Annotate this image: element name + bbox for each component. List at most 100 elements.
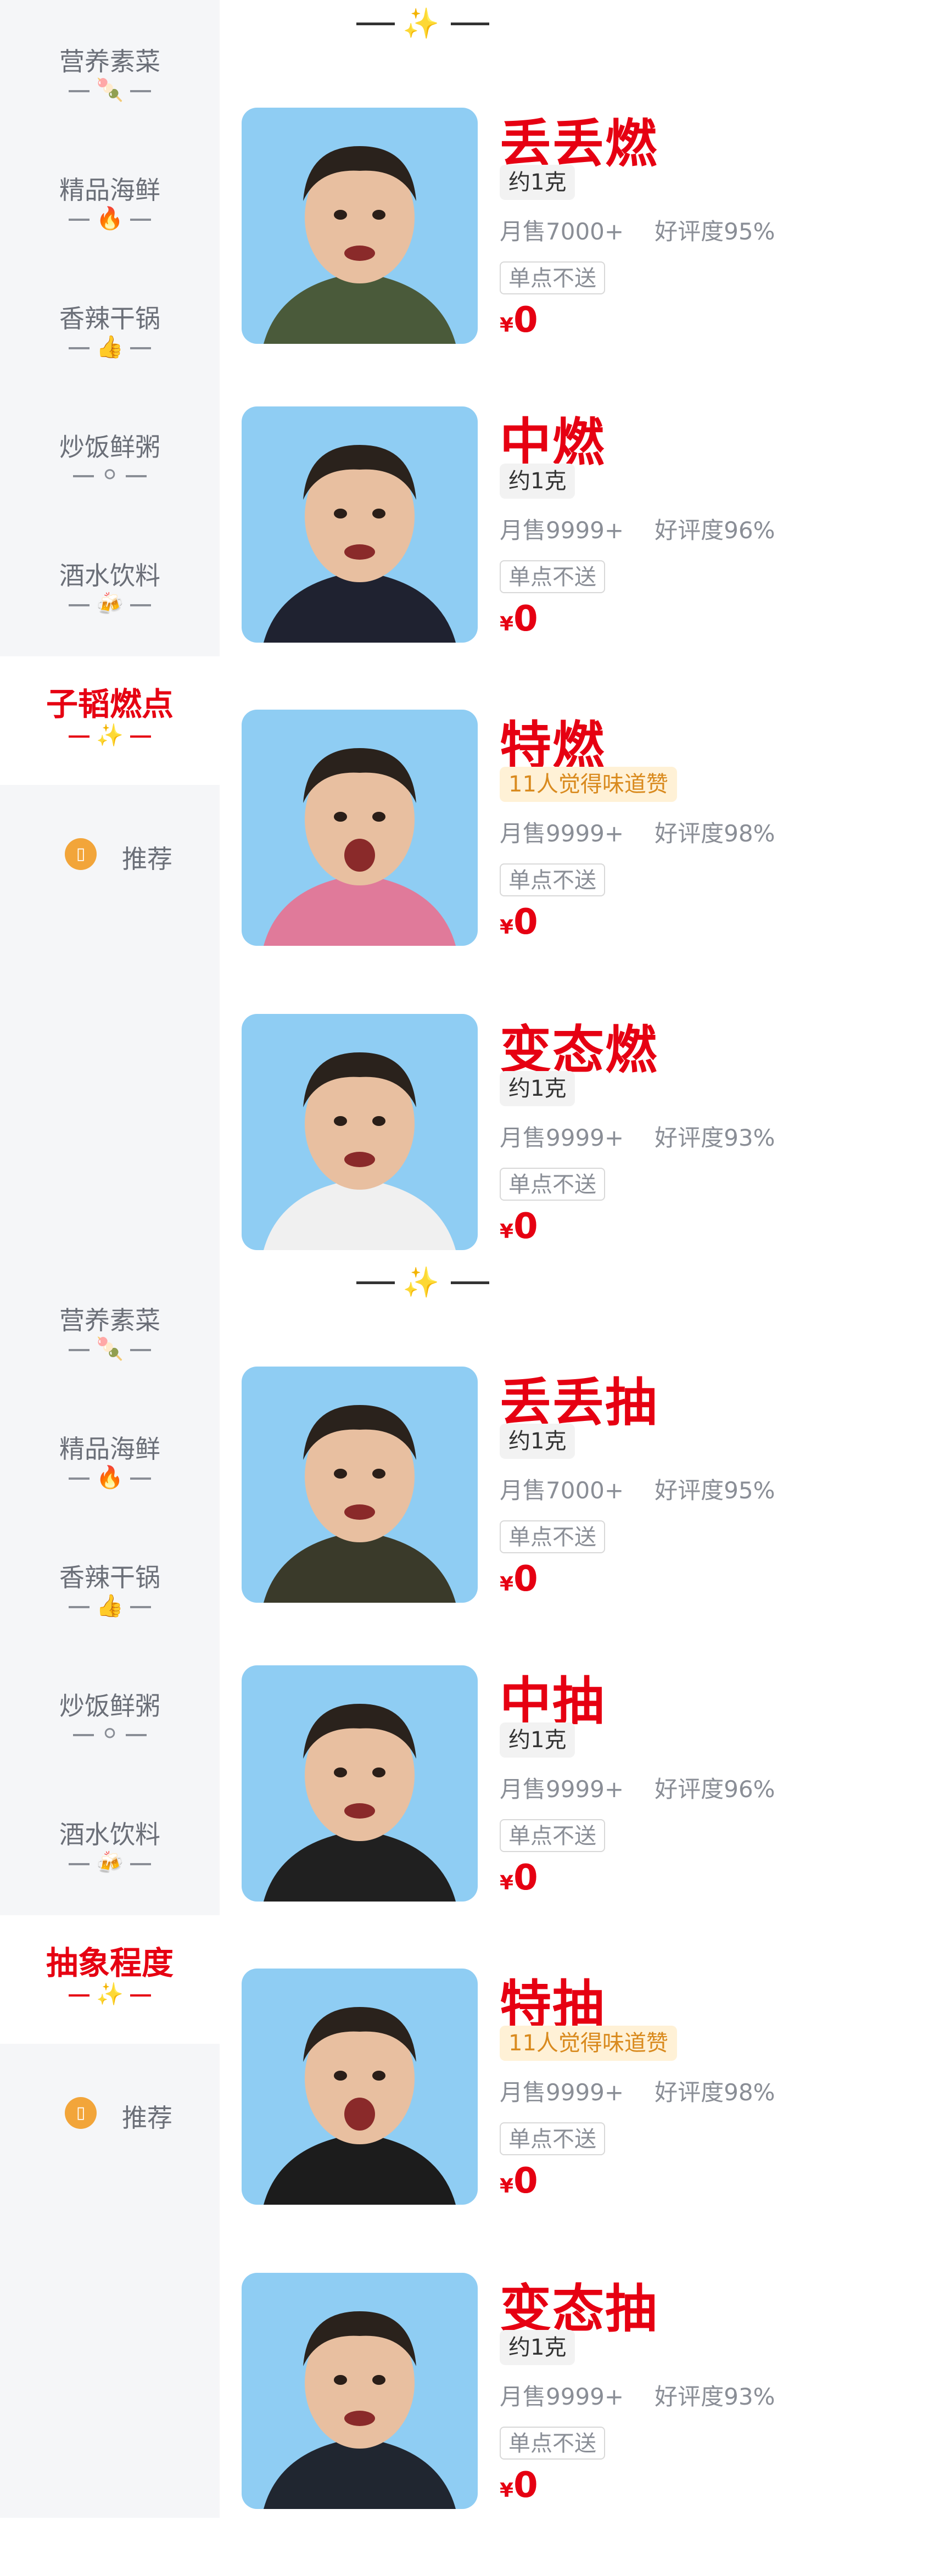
dash-decoration: [130, 735, 151, 738]
category-item[interactable]: 酒水饮料 🍻: [0, 1784, 220, 1913]
category-decoration: 👍: [0, 1593, 220, 1619]
product-stats: 月售7000+ 好评度95%: [500, 213, 775, 247]
product-image[interactable]: [242, 2273, 478, 2509]
thumbnail-photo: [242, 406, 478, 643]
rating: 好评度96%: [655, 1776, 775, 1803]
dash-decoration: [130, 1477, 151, 1480]
product-card[interactable]: 特抽 11人觉得味道赞 月售9999+ 好评度98% 单点不送 ¥0: [220, 1969, 945, 2272]
product-price: ¥0: [500, 599, 538, 639]
currency-symbol: ¥: [500, 314, 514, 337]
product-card[interactable]: 丢丢燃 约1克 月售7000+ 好评度95% 单点不送 ¥0: [220, 108, 945, 411]
category-item[interactable]: 香辣干锅 👍: [0, 1527, 220, 1655]
product-card[interactable]: 丢丢抽 约1克 月售7000+ 好评度95% 单点不送 ¥0: [220, 1367, 945, 1670]
price-value: 0: [513, 2465, 538, 2506]
product-card[interactable]: 特燃 11人觉得味道赞 月售9999+ 好评度98% 单点不送 ¥0: [220, 710, 945, 1013]
category-emoji-icon: ✨: [96, 1982, 124, 2007]
product-stats: 月售9999+ 好评度96%: [500, 1771, 775, 1804]
product-card[interactable]: 变态抽 约1克 月售9999+ 好评度93% 单点不送 ¥0: [220, 2273, 945, 2576]
category-item[interactable]: 精品海鲜 🔥: [0, 140, 220, 268]
thumbnail-photo: [242, 1367, 478, 1603]
rating: 好评度98%: [655, 820, 775, 847]
category-label: 抽象程度: [46, 1944, 174, 1982]
monthly-sales: 月售9999+: [500, 517, 624, 544]
product-image[interactable]: [242, 108, 478, 344]
category-decoration: 🍡: [0, 1336, 220, 1362]
rating: 好评度93%: [655, 2383, 775, 2410]
category-label: 炒饭鲜粥: [59, 432, 160, 462]
category-emoji-icon: 🍻: [96, 592, 124, 617]
dash-decoration: [130, 604, 151, 606]
product-image[interactable]: [242, 1014, 478, 1250]
category-item-active[interactable]: 子韬燃点 ✨: [0, 656, 220, 785]
thumbnail-photo: [242, 710, 478, 946]
category-item[interactable]: 炒饭鲜粥 ⚪: [0, 1655, 220, 1784]
category-decoration: 🍻: [0, 591, 220, 617]
category-emoji-icon: ⚪: [100, 1721, 119, 1747]
product-stats: 月售9999+ 好评度93%: [500, 1119, 775, 1153]
currency-symbol: ¥: [500, 613, 514, 635]
product-card[interactable]: 中抽 约1克 月售9999+ 好评度96% 单点不送 ¥0: [220, 1665, 945, 1969]
dash-decoration: [69, 347, 90, 349]
divider-dash: [356, 22, 395, 25]
dash-decoration: [130, 219, 151, 221]
product-list: ✨ 丢丢燃 约1克 月售7000+ 好评度95% 单点不送 ¥0 中燃 约1克 月售9999+ 好评…: [220, 0, 945, 1259]
category-label: 营养素菜: [59, 1306, 160, 1335]
menu-section: 营养素菜 🍡 精品海鲜 🔥 香辣干锅 👍 炒饭鲜粥 ⚪ 酒水饮料 🍻 子韬燃点 ✨ ▯ 推荐 ✨ 丢丢燃 约1克…: [0, 0, 945, 1259]
product-stats: 月售9999+ 好评度98%: [500, 815, 775, 849]
category-item-recommend[interactable]: ▯ 推荐: [0, 2077, 220, 2143]
category-item[interactable]: 营养素菜 🍡: [0, 1270, 220, 1398]
product-image[interactable]: [242, 710, 478, 946]
recommend-label: 推荐: [122, 2103, 172, 2133]
dash-decoration: [130, 1606, 151, 1608]
product-image[interactable]: [242, 406, 478, 643]
category-decoration: 👍: [0, 334, 220, 360]
no-single-delivery-badge: 单点不送: [500, 261, 605, 294]
category-label: 营养素菜: [59, 47, 160, 76]
recommend-book-icon: ▯: [65, 838, 97, 870]
rating: 好评度95%: [655, 218, 775, 245]
price-value: 0: [513, 599, 538, 639]
product-card[interactable]: 中燃 约1克 月售9999+ 好评度96% 单点不送 ¥0: [220, 406, 945, 710]
section-divider: ✨: [340, 4, 505, 41]
category-decoration: ⚪: [0, 462, 220, 488]
product-image[interactable]: [242, 1969, 478, 2205]
category-item[interactable]: 酒水饮料 🍻: [0, 525, 220, 654]
product-image[interactable]: [242, 1367, 478, 1603]
sparkle-icon: ✨: [402, 1265, 443, 1300]
category-label: 炒饭鲜粥: [59, 1691, 160, 1721]
product-price: ¥0: [500, 2465, 538, 2506]
category-item[interactable]: 炒饭鲜粥 ⚪: [0, 397, 220, 525]
rating: 好评度95%: [655, 1477, 775, 1504]
currency-symbol: ¥: [500, 2479, 514, 2502]
product-image[interactable]: [242, 1665, 478, 1902]
thumbnail-photo: [242, 2273, 478, 2509]
category-item[interactable]: 营养素菜 🍡: [0, 11, 220, 140]
category-sidebar: 营养素菜 🍡 精品海鲜 🔥 香辣干锅 👍 炒饭鲜粥 ⚪ 酒水饮料 🍻 抽象程度 ✨ ▯ 推荐: [0, 1259, 220, 2518]
thumbnail-photo: [242, 1014, 478, 1250]
category-decoration: 🔥: [0, 205, 220, 231]
price-value: 0: [513, 1206, 538, 1247]
product-price: ¥0: [500, 1858, 538, 1898]
dash-decoration: [69, 219, 90, 221]
thumbnail-photo: [242, 108, 478, 344]
category-label: 香辣干锅: [59, 1563, 160, 1592]
monthly-sales: 月售9999+: [500, 820, 624, 847]
product-stats: 月售7000+ 好评度95%: [500, 1472, 775, 1506]
category-item[interactable]: 精品海鲜 🔥: [0, 1398, 220, 1527]
monthly-sales: 月售9999+: [500, 2079, 624, 2106]
rating: 好评度93%: [655, 1124, 775, 1151]
rating: 好评度98%: [655, 2079, 775, 2106]
dash-decoration: [69, 604, 90, 606]
category-decoration: 🔥: [0, 1464, 220, 1490]
category-emoji-icon: ⚪: [100, 462, 119, 488]
dash-decoration: [125, 1734, 147, 1736]
product-price: ¥0: [500, 2161, 538, 2201]
product-tag: 约1克: [500, 1424, 575, 1459]
dash-decoration: [69, 1477, 90, 1480]
category-item-active[interactable]: 抽象程度 ✨: [0, 1915, 220, 2044]
product-tag: 约1克: [500, 165, 575, 200]
category-decoration: ⚪: [0, 1721, 220, 1747]
category-item-recommend[interactable]: ▯ 推荐: [0, 818, 220, 884]
dash-decoration: [69, 1606, 90, 1608]
category-item[interactable]: 香辣干锅 👍: [0, 268, 220, 397]
